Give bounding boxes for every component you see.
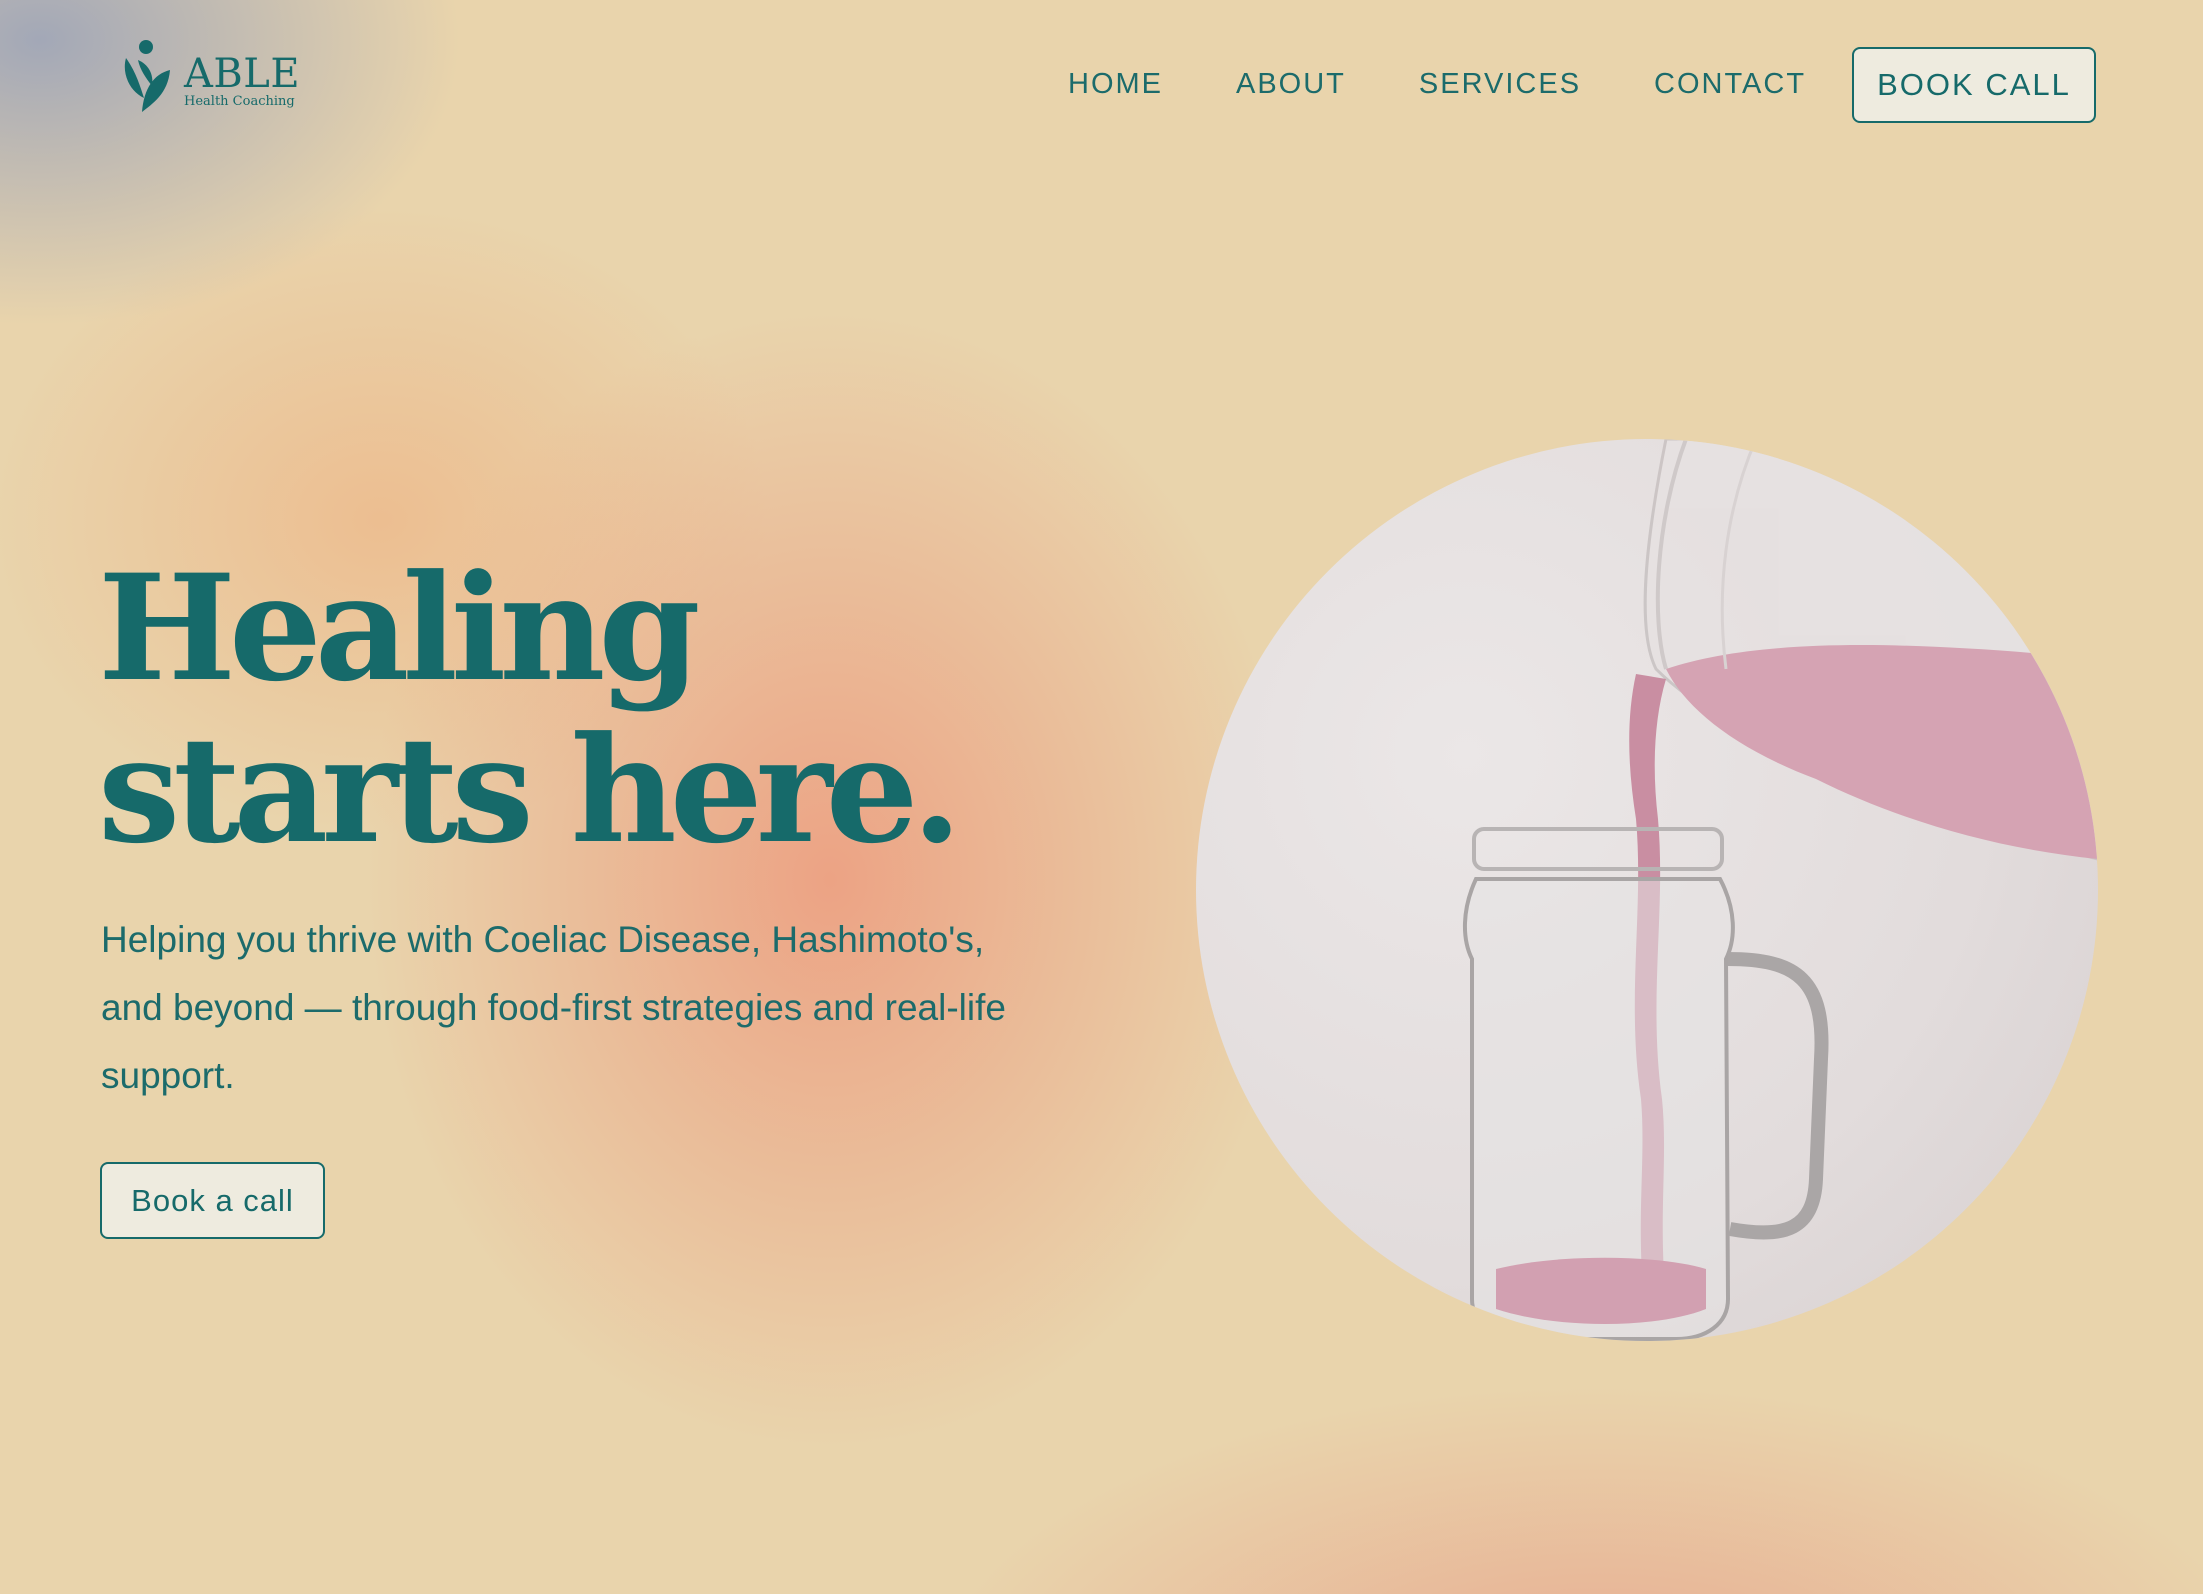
brand-logo[interactable]: ABLE Health Coaching — [118, 38, 300, 116]
nav-home[interactable]: HOME — [1068, 68, 1163, 101]
hero-headline: Healing starts here. — [98, 548, 962, 872]
brand-tagline: Health Coaching — [184, 94, 295, 109]
nav-about[interactable]: ABOUT — [1236, 68, 1346, 101]
brand-name: ABLE — [184, 51, 301, 97]
nav-contact[interactable]: CONTACT — [1654, 68, 1806, 101]
main-nav: HOME ABOUT SERVICES CONTACT — [1068, 68, 1806, 101]
hero-subtext: Helping you thrive with Coeliac Disease,… — [101, 919, 1006, 1096]
book-a-call-button[interactable]: Book a call — [100, 1162, 325, 1239]
leaf-person-icon — [124, 40, 170, 112]
headline-line-2: starts here. — [98, 705, 962, 876]
book-call-header-button[interactable]: BOOK CALL — [1852, 47, 2096, 123]
smoothie-pouring-into-jar-photo — [1196, 439, 2098, 1341]
headline-line-1: Healing — [98, 543, 701, 714]
nav-services[interactable]: SERVICES — [1419, 68, 1581, 101]
